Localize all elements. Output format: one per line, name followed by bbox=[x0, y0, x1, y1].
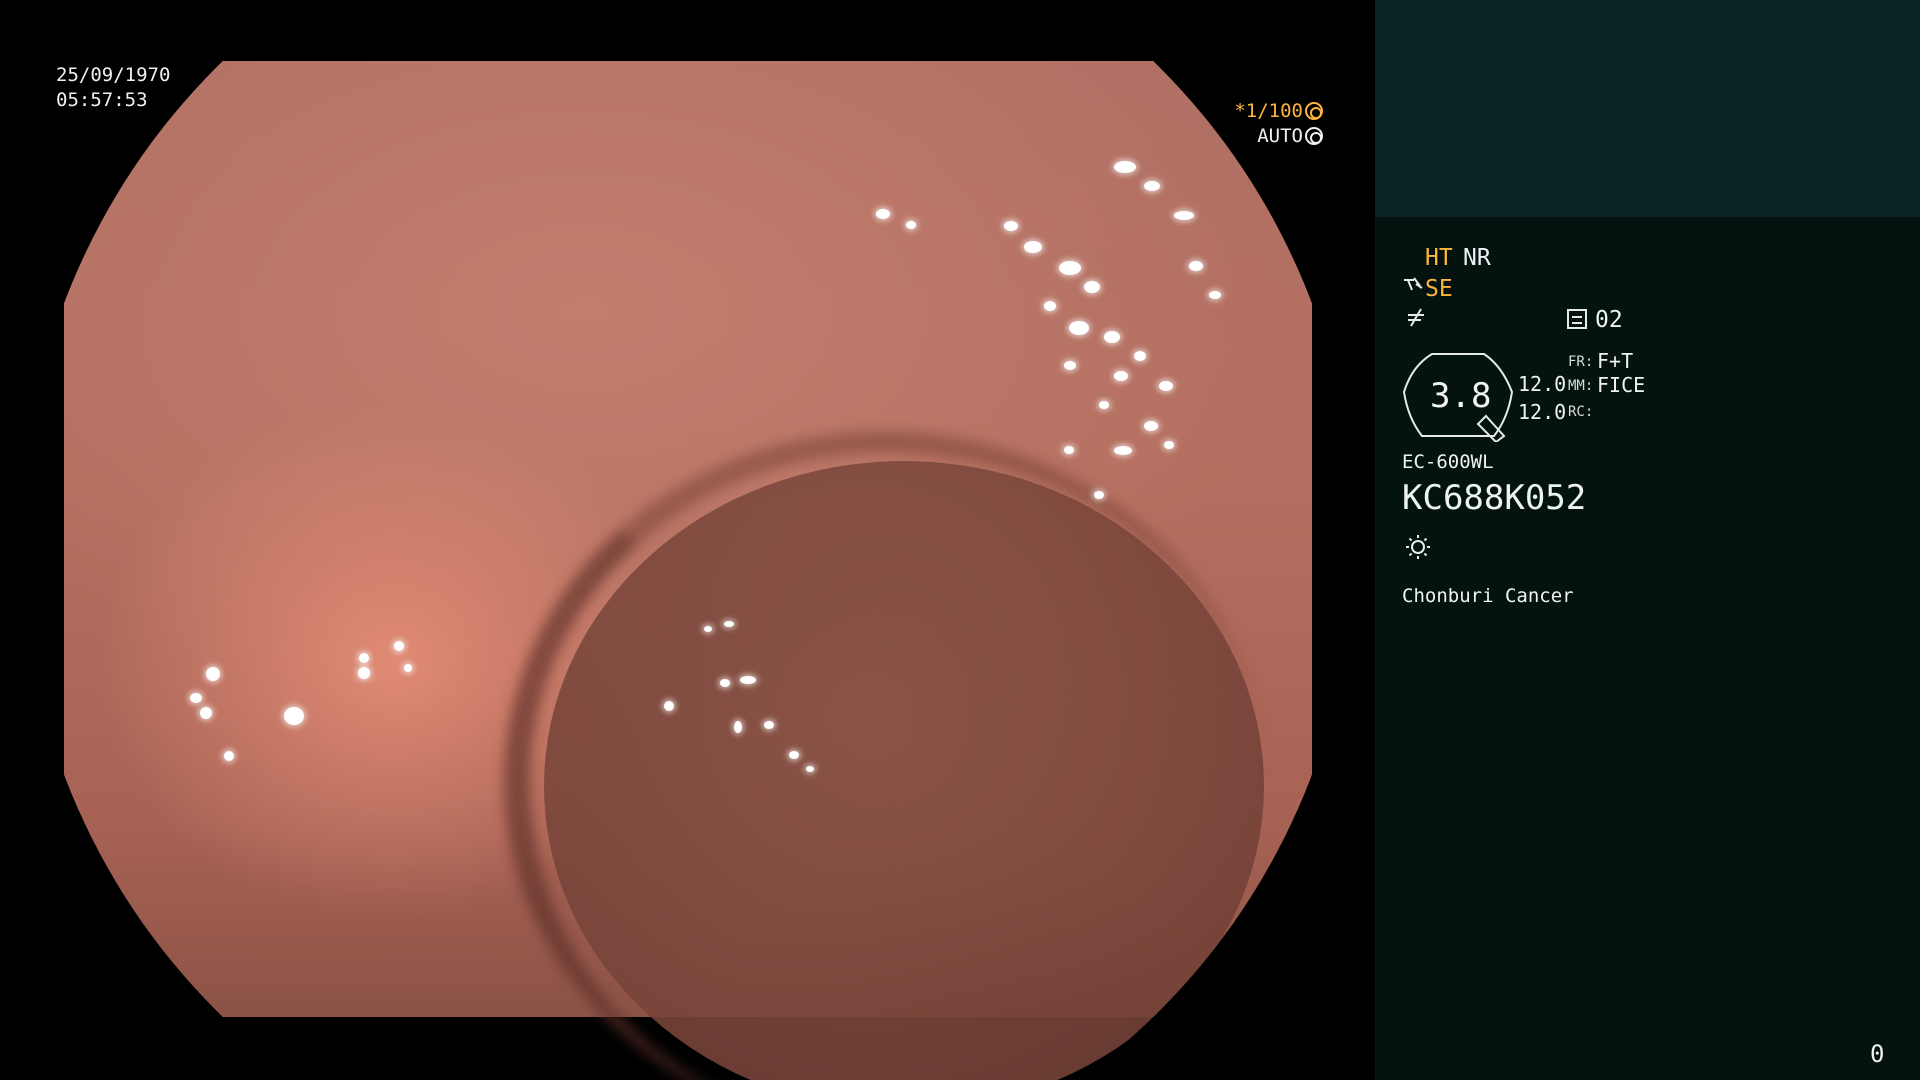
memory-value: 02 bbox=[1595, 307, 1623, 333]
glare bbox=[1164, 441, 1174, 449]
sun-icon bbox=[1406, 535, 1430, 559]
glare bbox=[906, 221, 916, 229]
date: 25/09/1970 bbox=[56, 64, 171, 86]
scope-tip-icon bbox=[1402, 274, 1424, 296]
glare bbox=[1209, 291, 1221, 299]
glare bbox=[1044, 301, 1056, 311]
side-value-2: 12.0 bbox=[1518, 400, 1567, 424]
glare bbox=[876, 209, 890, 219]
glare bbox=[724, 621, 734, 627]
glare bbox=[740, 676, 756, 684]
glare bbox=[1189, 261, 1203, 271]
shutter-speed: *1/100 bbox=[1234, 100, 1303, 122]
glare bbox=[1064, 446, 1074, 454]
exposure-mode-row: AUTO bbox=[55, 124, 1323, 149]
shutter-readout: *1/100 AUTO bbox=[55, 99, 1375, 149]
aperture-icon bbox=[1305, 102, 1323, 120]
side-value-1: 12.0 bbox=[1518, 372, 1567, 396]
hospital-name: Chonburi Cancer bbox=[1402, 585, 1574, 607]
glare bbox=[720, 679, 730, 687]
glare bbox=[1159, 381, 1173, 391]
glare bbox=[1069, 321, 1089, 335]
glare bbox=[764, 721, 774, 729]
glare bbox=[1059, 261, 1081, 275]
glare bbox=[284, 707, 304, 725]
glare bbox=[1114, 371, 1128, 381]
glare bbox=[806, 766, 814, 772]
glare bbox=[734, 721, 742, 733]
rc-label: RC: bbox=[1568, 404, 1594, 420]
glare bbox=[359, 653, 369, 663]
glare bbox=[1144, 181, 1160, 191]
glare bbox=[206, 667, 220, 681]
memory-icon bbox=[1567, 309, 1587, 329]
mm-value: FICE bbox=[1597, 373, 1646, 397]
scope-model: EC-600WL bbox=[1402, 451, 1494, 473]
endoscope-image-area: 25/09/1970 05:57:53 *1/100 AUTO bbox=[0, 0, 1375, 1080]
glare bbox=[1144, 421, 1158, 431]
glare bbox=[1104, 331, 1120, 343]
glare bbox=[404, 664, 412, 672]
fr-label: FR: bbox=[1568, 354, 1594, 370]
glare bbox=[664, 701, 674, 711]
exposure-mode: AUTO bbox=[1257, 125, 1303, 147]
glare bbox=[1094, 491, 1104, 499]
ht-label: HT bbox=[1425, 245, 1453, 271]
slash-icon bbox=[1405, 306, 1427, 334]
info-panel: HT NR SE 02 3.8 12.0 12.0 FR: F+T MM: FI… bbox=[1375, 0, 1920, 1080]
glare bbox=[704, 626, 712, 632]
glare bbox=[358, 667, 370, 679]
glare bbox=[1084, 281, 1100, 293]
glare bbox=[1004, 221, 1018, 231]
glare bbox=[1099, 401, 1109, 409]
glare bbox=[224, 751, 234, 761]
glare bbox=[1024, 241, 1042, 253]
glare bbox=[1134, 351, 1146, 361]
serial-number: KC688K052 bbox=[1402, 478, 1587, 518]
glare bbox=[1114, 161, 1136, 173]
image-counter: 0 bbox=[1870, 1040, 1885, 1068]
mm-label: MM: bbox=[1568, 378, 1594, 394]
glare bbox=[190, 693, 202, 703]
glare bbox=[1114, 446, 1132, 455]
glare bbox=[1174, 211, 1194, 220]
endoscope-view bbox=[64, 61, 1312, 1080]
glare bbox=[394, 641, 404, 651]
se-label: SE bbox=[1425, 276, 1453, 302]
glare bbox=[789, 751, 799, 759]
gauge-value: 3.8 bbox=[1430, 376, 1492, 416]
nr-label: NR bbox=[1463, 245, 1491, 271]
panel-header-area bbox=[1375, 0, 1920, 217]
lumen bbox=[544, 461, 1264, 1080]
glare bbox=[1064, 361, 1076, 370]
iris-icon bbox=[1305, 127, 1323, 145]
glare bbox=[200, 707, 212, 719]
shutter-speed-row: *1/100 bbox=[55, 99, 1323, 124]
